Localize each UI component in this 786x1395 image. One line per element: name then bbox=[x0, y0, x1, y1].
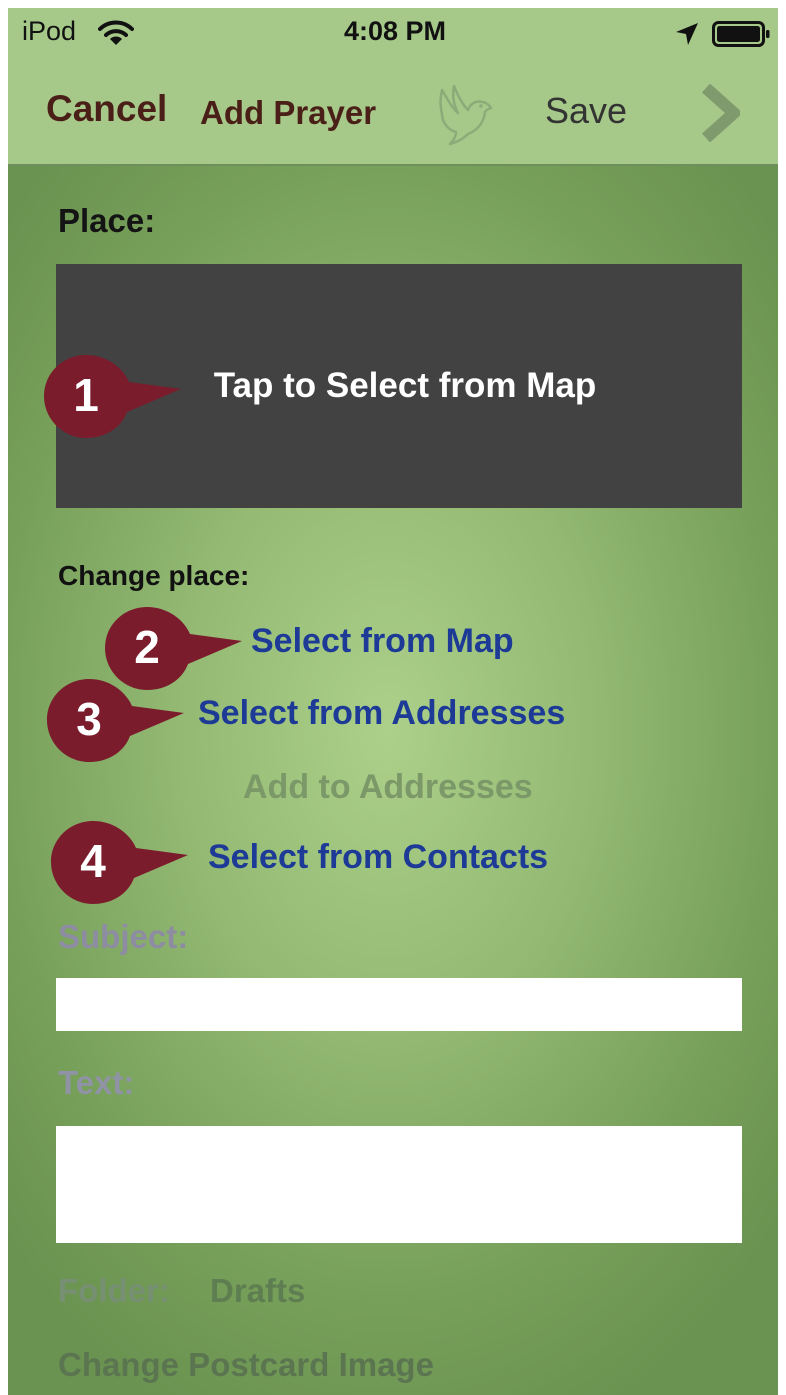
text-label: Text: bbox=[58, 1064, 135, 1101]
subject-label: Subject: bbox=[58, 918, 189, 955]
text-input[interactable] bbox=[56, 1126, 742, 1243]
folder-label: Folder: bbox=[58, 1272, 170, 1309]
subject-input[interactable] bbox=[56, 978, 742, 1031]
callout-number: 3 bbox=[76, 693, 102, 745]
battery-icon bbox=[712, 21, 772, 52]
cancel-button[interactable]: Cancel bbox=[46, 88, 167, 130]
chevron-right-icon[interactable] bbox=[700, 83, 744, 147]
add-to-addresses-link[interactable]: Add to Addresses bbox=[243, 768, 533, 807]
location-arrow-icon bbox=[674, 21, 700, 52]
callout-4: 4 bbox=[50, 818, 190, 908]
change-postcard-image-link[interactable]: Change Postcard Image bbox=[58, 1346, 434, 1384]
dove-icon[interactable] bbox=[434, 80, 496, 151]
place-label: Place: bbox=[58, 202, 156, 239]
select-from-map-link[interactable]: Select from Map bbox=[251, 622, 514, 661]
nav-title: Add Prayer bbox=[200, 94, 377, 131]
callout-number: 4 bbox=[80, 835, 106, 887]
callout-3: 3 bbox=[46, 676, 186, 766]
change-place-label: Change place: bbox=[58, 560, 250, 591]
callout-number: 1 bbox=[73, 369, 99, 421]
select-from-addresses-link[interactable]: Select from Addresses bbox=[198, 694, 565, 733]
status-time: 4:08 PM bbox=[344, 16, 447, 46]
select-from-contacts-link[interactable]: Select from Contacts bbox=[208, 838, 548, 877]
add-prayer-screen: iPod 4:08 PM Cancel Add Prayer Save Plac… bbox=[8, 8, 778, 1395]
folder-value[interactable]: Drafts bbox=[210, 1272, 305, 1310]
wifi-icon bbox=[98, 20, 134, 51]
top-bar: iPod 4:08 PM Cancel Add Prayer Save bbox=[8, 8, 778, 166]
callout-1: 1 bbox=[43, 352, 183, 442]
save-button[interactable]: Save bbox=[545, 90, 627, 132]
carrier-label: iPod bbox=[22, 16, 77, 46]
